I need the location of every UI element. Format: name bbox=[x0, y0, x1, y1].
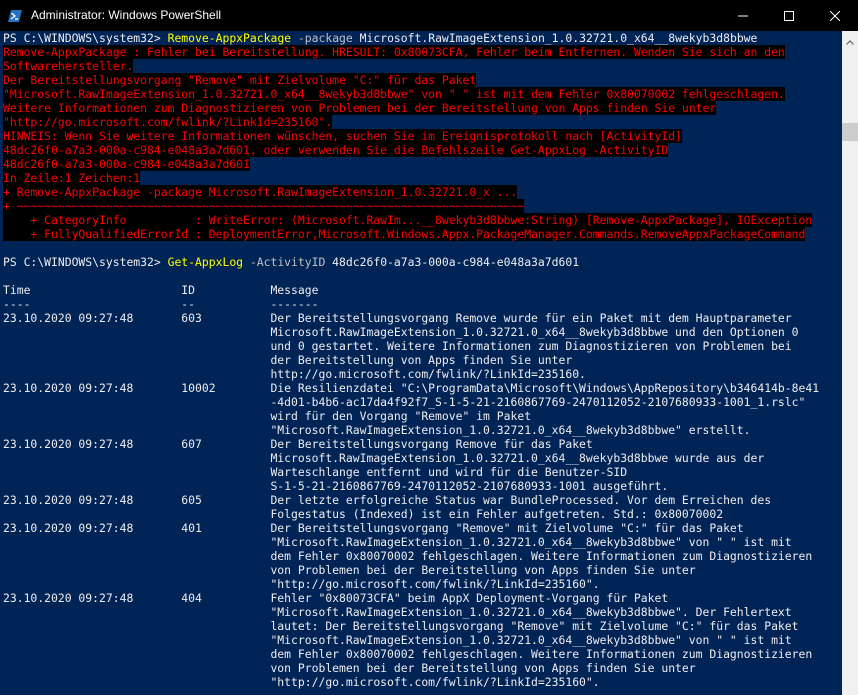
log-row: -4d01-b4b6-ac17da4f92f7_S-1-5-21-2160867… bbox=[3, 395, 806, 409]
log-row: 23.10.2020 09:27:48 605 Der letzte erfol… bbox=[3, 493, 772, 507]
log-row: Folgestatus (Indexed) ist ein Fehler auf… bbox=[3, 507, 724, 521]
log-row: wird für den Vorgang "Remove" im Paket bbox=[3, 409, 532, 423]
parameter: -package bbox=[291, 31, 353, 45]
error-line: 48dc26f0-a7a3-000a-c984-e048a3a7d601, od… bbox=[3, 143, 669, 157]
powershell-icon[interactable] bbox=[8, 8, 22, 22]
maximize-icon bbox=[784, 6, 794, 25]
prompt-line: PS C:\WINDOWS\system32> Remove-AppxPacka… bbox=[3, 31, 757, 45]
error-line: + CategoryInfo : WriteError: (Microsoft.… bbox=[3, 213, 813, 227]
log-row: Warteschlange entfernt und wird für die … bbox=[3, 465, 628, 479]
log-row: 23.10.2020 09:27:48 10002 Die Resilienzd… bbox=[3, 381, 820, 395]
log-row: S-1-5-21-2160867769-2470112052-210768093… bbox=[3, 479, 669, 493]
maximize-button[interactable] bbox=[766, 0, 812, 31]
command: Get-AppxLog bbox=[167, 255, 244, 269]
error-line: Remove-AppxPackage : Fehler bei Bereitst… bbox=[3, 45, 785, 59]
log-row: "http://go.microsoft.com/fwlink/?LinkId=… bbox=[3, 577, 600, 591]
log-row: 23.10.2020 09:27:48 401 Der Bereitstellu… bbox=[3, 521, 744, 535]
log-row: dem Fehler 0x80070002 fehlgeschlagen. We… bbox=[3, 647, 813, 661]
close-icon bbox=[829, 6, 841, 25]
error-line: Weitere Informationen zum Diagnostiziere… bbox=[3, 101, 717, 115]
log-row: und 0 gestartet. Weitere Informationen z… bbox=[3, 339, 792, 353]
error-line: In Zeile:1 Zeichen:1 bbox=[3, 171, 141, 185]
error-line: "Microsoft.RawImageExtension_1.0.32721.0… bbox=[3, 87, 785, 101]
table-header: Time ID Message bbox=[3, 283, 319, 297]
log-row: "Microsoft.RawImageExtension_1.0.32721.0… bbox=[3, 605, 792, 619]
log-row: Microsoft.RawImageExtension_1.0.32721.0_… bbox=[3, 325, 799, 339]
error-line: HINWEIS: Wenn Sie weitere Informationen … bbox=[3, 129, 682, 143]
command: Remove-AppxPackage bbox=[167, 31, 292, 45]
log-row: 23.10.2020 09:27:48 603 Der Bereitstellu… bbox=[3, 311, 792, 325]
error-line: "http://go.microsoft.com/fwlink/?LinkId=… bbox=[3, 115, 333, 129]
log-row: "http://go.microsoft.com/fwlink/?LinkId=… bbox=[3, 675, 600, 689]
prompt: PS C:\WINDOWS\system32> bbox=[3, 31, 168, 45]
log-row: lautet: Der Bereitstellungsvorgang "Remo… bbox=[3, 619, 799, 633]
scroll-up-button[interactable] bbox=[842, 31, 858, 48]
scrollbar-thumb[interactable] bbox=[842, 123, 858, 141]
vertical-scrollbar[interactable] bbox=[842, 31, 858, 695]
log-row: 23.10.2020 09:27:48 607 Der Bereitstellu… bbox=[3, 437, 593, 451]
log-row: "Microsoft.RawImageExtension_1.0.32721.0… bbox=[3, 535, 792, 549]
error-line: + FullyQualifiedErrorId : DeploymentErro… bbox=[3, 227, 806, 241]
minimize-icon bbox=[738, 6, 748, 25]
log-row: "Microsoft.RawImageExtension_1.0.32721.0… bbox=[3, 423, 751, 437]
argument: Microsoft.RawImageExtension_1.0.32721.0_… bbox=[352, 31, 758, 45]
log-row: "Microsoft.RawImageExtension_1.0.32721.0… bbox=[3, 633, 792, 647]
argument: 48dc26f0-a7a3-000a-c984-e048a3a7d601 bbox=[325, 255, 580, 269]
error-line: Softwarehersteller. bbox=[3, 59, 134, 73]
error-line: + ~~~~~~~~~~~~~~~~~~~~~~~~~~~~~~~~~~~~~~… bbox=[3, 199, 525, 213]
powershell-window: Administrator: Windows PowerShell PS C:\… bbox=[0, 0, 858, 695]
log-row: 23.10.2020 09:27:48 404 Fehler "0x80073C… bbox=[3, 591, 669, 605]
log-row: dem Fehler 0x80070002 fehlgeschlagen. We… bbox=[3, 549, 813, 563]
console-output[interactable]: PS C:\WINDOWS\system32> Remove-AppxPacka… bbox=[0, 31, 842, 695]
chevron-up-icon bbox=[846, 30, 854, 49]
log-row: von Problemen bei der Bereitstellung von… bbox=[3, 661, 696, 675]
log-row: von Problemen bei der Bereitstellung von… bbox=[3, 563, 696, 577]
prompt: PS C:\WINDOWS\system32> bbox=[3, 255, 168, 269]
log-row: der Bereitstellung von Apps finden Sie u… bbox=[3, 353, 573, 367]
close-button[interactable] bbox=[812, 0, 858, 31]
minimize-button[interactable] bbox=[720, 0, 766, 31]
title-bar[interactable]: Administrator: Windows PowerShell bbox=[0, 0, 858, 31]
error-line: Der Bereitstellungsvorgang "Remove" mit … bbox=[3, 73, 477, 87]
parameter: -ActivityID bbox=[243, 255, 326, 269]
error-line: + Remove-AppxPackage -package Microsoft.… bbox=[3, 185, 518, 199]
table-header-rule: ---- -- ------- bbox=[3, 297, 319, 311]
error-line: 48dc26f0-a7a3-000a-c984-e048a3a7d601 bbox=[3, 157, 250, 171]
log-row: http://go.microsoft.com/fwlink/?LinkId=2… bbox=[3, 367, 586, 381]
window-title: Administrator: Windows PowerShell bbox=[31, 8, 222, 22]
prompt-line: PS C:\WINDOWS\system32> Get-AppxLog -Act… bbox=[3, 255, 579, 269]
log-row: Microsoft.RawImageExtension_1.0.32721.0_… bbox=[3, 451, 765, 465]
